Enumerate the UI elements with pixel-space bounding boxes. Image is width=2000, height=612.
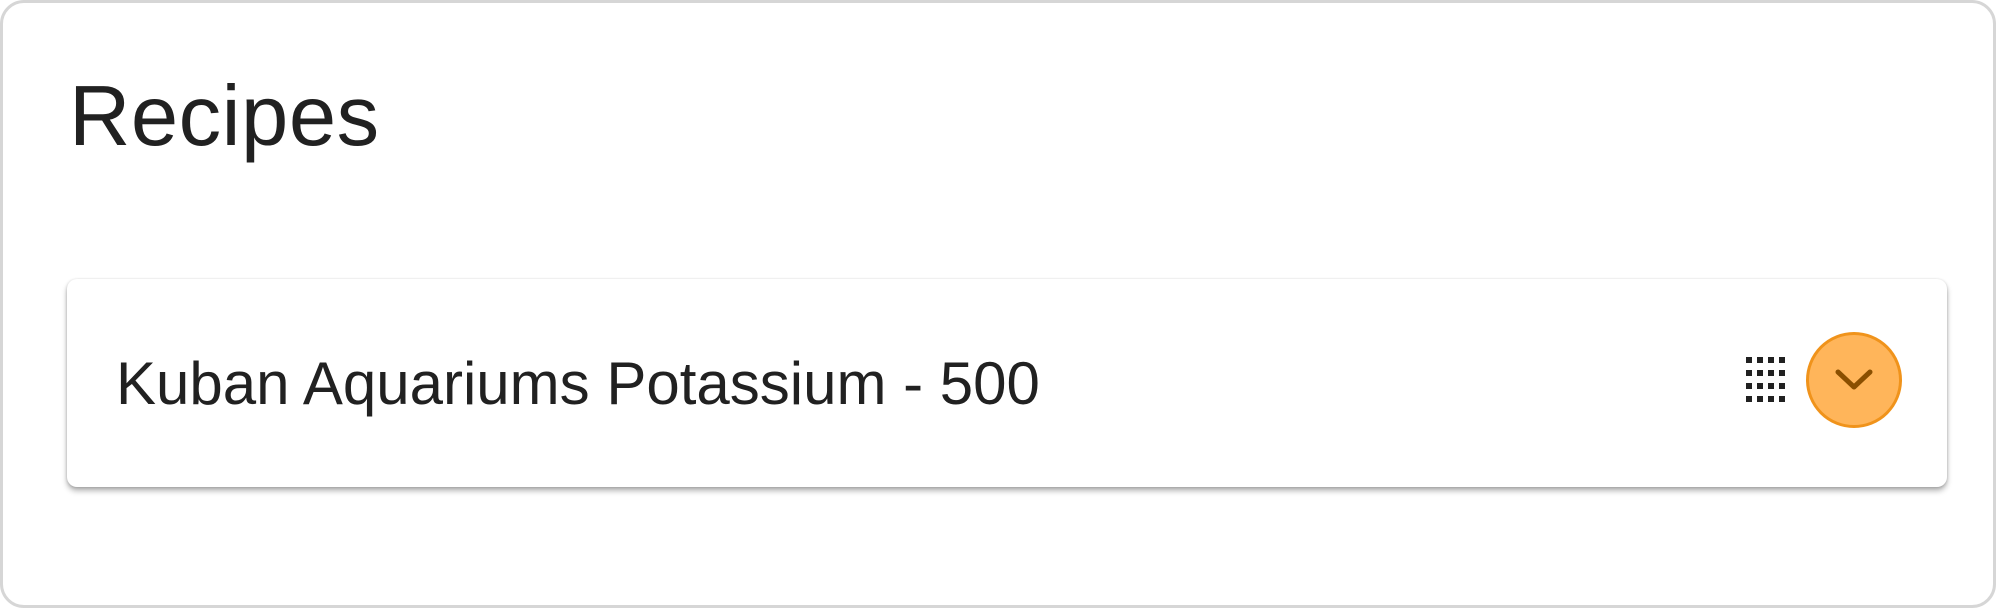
recipe-card: Kuban Aquariums Potassium - 500	[67, 279, 1947, 487]
recipe-name: Kuban Aquariums Potassium - 500	[116, 350, 1040, 417]
app-frame: Recipes Kuban Aquariums Potassium - 500	[0, 0, 1996, 608]
chevron-down-icon	[1835, 369, 1873, 390]
expand-recipe-button[interactable]	[1806, 332, 1902, 428]
page-title: Recipes	[69, 69, 380, 164]
drag-handle-icon[interactable]	[1744, 355, 1788, 411]
drag-handle-grid-icon	[1746, 357, 1785, 402]
